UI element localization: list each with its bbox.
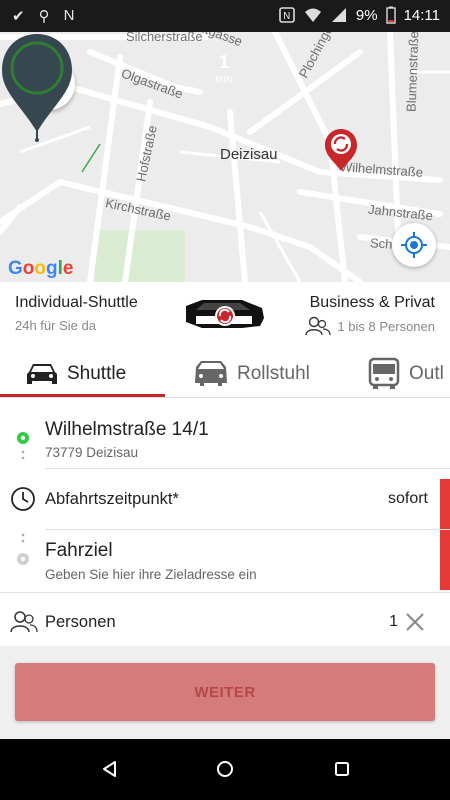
destination-placeholder: Geben Sie hier ihre Zieladresse ein <box>45 567 257 582</box>
signal-icon <box>331 8 346 22</box>
tab-rollstuhl[interactable]: Rollstuhl <box>193 350 310 398</box>
persons-value: 1 <box>389 613 398 630</box>
service-card[interactable]: Individual-Shuttle 24h für Sie da Busine… <box>0 282 450 350</box>
close-icon[interactable] <box>405 612 425 632</box>
google-logo: Google <box>8 258 74 279</box>
street-label: Sch <box>369 235 393 252</box>
home-icon[interactable] <box>215 759 235 779</box>
locate-button[interactable] <box>392 223 436 267</box>
tab-shuttle[interactable]: Shuttle <box>25 350 126 398</box>
eta-unit: MIN <box>214 75 234 86</box>
car-icon <box>27 364 57 384</box>
departure-row[interactable]: Abfahrtszeitpunkt* sofort <box>0 469 450 529</box>
clock-icon <box>11 487 35 511</box>
system-nav-bar <box>0 739 450 800</box>
persons-label: Personen <box>45 613 116 631</box>
service-title: Individual-Shuttle <box>15 294 138 311</box>
booking-form: Wilhelmstraße 14/1 73779 Deizisau Abfahr… <box>0 398 450 646</box>
required-marker <box>440 530 450 590</box>
clock: 14:11 <box>403 6 440 24</box>
pickup-dot-icon <box>17 432 29 460</box>
service-subtitle: 24h für Sie da <box>15 318 96 333</box>
shuttle-marker-icon[interactable] <box>324 128 358 172</box>
n-icon: N <box>63 7 75 24</box>
vehicle-tabs: Shuttle Rollstuhl Outl <box>0 350 450 398</box>
shuttle-car-icon <box>186 300 264 328</box>
eta-number: 1 <box>218 52 229 72</box>
recents-icon[interactable] <box>332 759 352 779</box>
persons-row[interactable]: Personen 1 <box>0 598 450 646</box>
divider <box>0 592 450 593</box>
tab-label: Outl <box>409 363 444 384</box>
nfc-icon: N <box>279 7 295 23</box>
street-label: Silcherstraße <box>126 32 203 44</box>
destination-dot-icon <box>17 533 29 565</box>
eta-pin <box>2 34 72 142</box>
battery-icon <box>385 6 396 24</box>
pin-location-label: Deizisau <box>220 146 278 163</box>
van-icon <box>195 361 227 386</box>
map-view[interactable]: Silcherstraße Zehntgasse Olgastraße Hofs… <box>0 32 450 282</box>
persons-icon <box>305 316 332 336</box>
back-icon[interactable] <box>100 759 120 779</box>
persons-icon <box>10 611 38 633</box>
tab-label: Rollstuhl <box>237 363 310 384</box>
service-right-title: Business & Privat <box>309 294 435 311</box>
pickup-row[interactable]: Wilhelmstraße 14/1 73779 Deizisau <box>0 398 450 468</box>
usb-icon: ⚲ <box>38 8 50 25</box>
check-icon: ✔ <box>12 8 25 25</box>
pickup-address: Wilhelmstraße 14/1 <box>45 419 209 440</box>
eta-pin-text: 1 MIN <box>187 52 261 86</box>
svg-text:N: N <box>283 11 290 22</box>
street-label: Blumenstraße <box>403 32 422 113</box>
service-capacity: 1 bis 8 Personen <box>337 318 435 334</box>
required-marker <box>440 479 450 529</box>
active-tab-indicator <box>0 394 165 397</box>
pickup-city: 73779 Deizisau <box>45 445 139 460</box>
departure-label: Abfahrtszeitpunkt* <box>45 490 179 508</box>
status-bar: ✔ ⚲ N N 9% 14:11 <box>0 0 450 32</box>
departure-value: sofort <box>387 490 428 507</box>
destination-row[interactable]: Fahrziel Geben Sie hier ihre Zieladresse… <box>0 530 450 592</box>
tab-outlet[interactable]: Outl <box>367 350 444 398</box>
battery-percent: 9% <box>355 6 378 24</box>
tab-label: Shuttle <box>67 363 127 384</box>
bus-icon <box>368 357 400 389</box>
wifi-icon <box>304 8 321 22</box>
crosshair-icon <box>401 232 427 258</box>
continue-button[interactable]: WEITER <box>15 663 435 721</box>
destination-label: Fahrziel <box>45 540 113 561</box>
action-area: WEITER <box>0 646 450 739</box>
